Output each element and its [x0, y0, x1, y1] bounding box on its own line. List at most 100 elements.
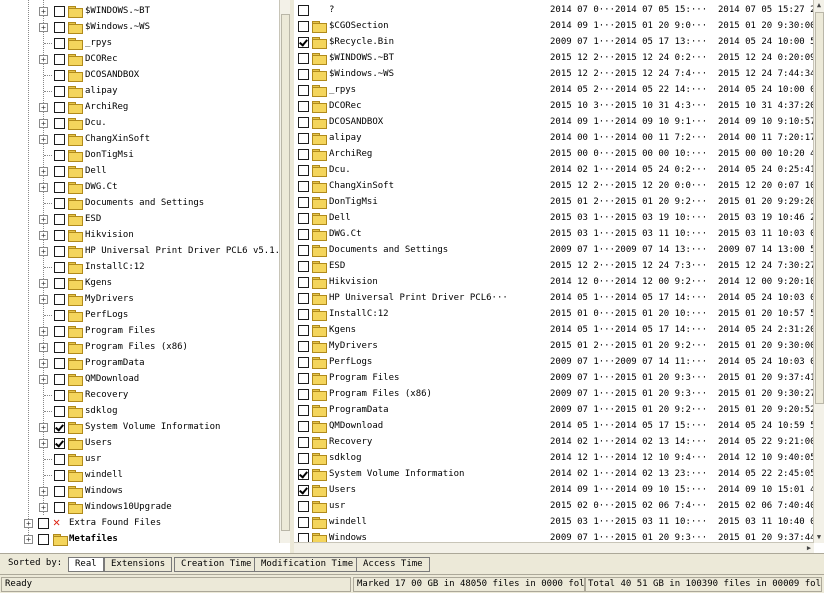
checkbox[interactable] — [298, 5, 309, 16]
checkbox[interactable] — [54, 70, 65, 81]
checkbox[interactable] — [38, 534, 49, 545]
checkbox[interactable] — [298, 101, 309, 112]
checkbox[interactable] — [298, 485, 309, 496]
list-horizontal-scrollbar[interactable]: ▶ — [294, 542, 814, 553]
tree-item[interactable]: sdklog — [0, 403, 280, 419]
checkbox[interactable] — [298, 261, 309, 272]
checkbox[interactable] — [298, 37, 309, 48]
tree-item[interactable]: Recovery — [0, 387, 280, 403]
file-row[interactable]: Dell 2015 03 1··· 2015 03 19 10:··· 2015 03… — [294, 210, 821, 226]
checkbox[interactable] — [54, 470, 65, 481]
checkbox[interactable] — [54, 38, 65, 49]
scroll-right-arrow-icon[interactable]: ▶ — [804, 543, 814, 553]
checkbox[interactable] — [298, 197, 309, 208]
checkbox[interactable] — [38, 518, 49, 529]
tree-item[interactable]: + $Windows.~WS — [0, 19, 280, 35]
expand-icon[interactable]: + — [39, 439, 48, 448]
checkbox[interactable] — [298, 117, 309, 128]
tree-item[interactable]: + QMDownload — [0, 371, 280, 387]
expand-icon[interactable]: + — [39, 231, 48, 240]
file-row[interactable]: DWG.Ct 2015 03 1··· 2015 03 11 10:··· 2015 … — [294, 226, 821, 242]
checkbox[interactable] — [54, 278, 65, 289]
checkbox[interactable] — [54, 438, 65, 449]
file-row[interactable]: $CGOSection 2014 09 1··· 2015 01 20 9:0···… — [294, 18, 816, 34]
file-row[interactable]: ? 2014 07 0··· 2014 07 05 15:··· 2014 07 05… — [294, 2, 821, 18]
file-row[interactable]: ESD 2015 12 2··· 2015 12 24 7:3··· 2015 12 … — [294, 258, 816, 274]
file-row[interactable]: DCORec 2015 10 3··· 2015 10 31 4:3··· 2015 … — [294, 98, 816, 114]
checkbox[interactable] — [54, 198, 65, 209]
checkbox[interactable] — [54, 86, 65, 97]
checkbox[interactable] — [54, 230, 65, 241]
file-row[interactable]: windell 2015 03 1··· 2015 03 11 10:··· 2015… — [294, 514, 821, 530]
file-row[interactable]: InstallC:12 2015 01 0··· 2015 01 20 10:···… — [294, 306, 821, 322]
file-row[interactable]: Dcu. 2014 02 1··· 2014 05 24 0:2··· 2014 05… — [294, 162, 816, 178]
checkbox[interactable] — [298, 325, 309, 336]
checkbox[interactable] — [298, 245, 309, 256]
expand-icon[interactable]: + — [39, 343, 48, 352]
file-row[interactable]: Kgens 2014 05 1··· 2014 05 17 14:··· 2014 0… — [294, 322, 816, 338]
checkbox[interactable] — [54, 6, 65, 17]
expand-icon[interactable]: + — [39, 215, 48, 224]
tree-item[interactable]: PerfLogs — [0, 307, 280, 323]
checkbox[interactable] — [54, 406, 65, 417]
expand-icon[interactable]: + — [39, 503, 48, 512]
expand-icon[interactable]: + — [39, 183, 48, 192]
checkbox[interactable] — [54, 294, 65, 305]
file-row[interactable]: $Recycle.Bin 2009 07 1··· 2014 05 17 13:··… — [294, 34, 821, 50]
file-row[interactable]: _rpys 2014 05 2··· 2014 05 22 14:··· 2014 0… — [294, 82, 821, 98]
file-row[interactable]: Recovery 2014 02 1··· 2014 02 13 14:··· 201… — [294, 434, 816, 450]
expand-icon[interactable]: + — [39, 119, 48, 128]
file-list-panel[interactable]: ? 2014 07 0··· 2014 07 05 15:··· 2014 07 05… — [294, 0, 824, 553]
tree-item-metafiles[interactable]: + Metafiles — [0, 531, 280, 547]
checkbox[interactable] — [298, 341, 309, 352]
sort-tab-access-time[interactable]: Access Time — [356, 557, 430, 572]
file-row[interactable]: ProgramData 2009 07 1··· 2015 01 20 9:2···… — [294, 402, 816, 418]
checkbox[interactable] — [54, 486, 65, 497]
expand-icon[interactable]: + — [39, 327, 48, 336]
checkbox[interactable] — [298, 389, 309, 400]
checkbox[interactable] — [298, 213, 309, 224]
file-row[interactable]: ArchiReg 2015 00 0··· 2015 00 00 10:··· 201… — [294, 146, 821, 162]
checkbox[interactable] — [54, 262, 65, 273]
checkbox[interactable] — [54, 502, 65, 513]
tree-scroll-thumb[interactable] — [281, 14, 290, 531]
tree-item[interactable]: + Program Files (x86) — [0, 339, 280, 355]
file-row[interactable]: System Volume Information 2014 02 1··· 201… — [294, 466, 816, 482]
file-row[interactable]: PerfLogs 2009 07 1··· 2009 07 14 11:··· 201… — [294, 354, 821, 370]
checkbox[interactable] — [298, 133, 309, 144]
tree-item[interactable]: windell — [0, 467, 280, 483]
checkbox[interactable] — [54, 326, 65, 337]
file-row[interactable]: Program Files 2009 07 1··· 2015 01 20 9:3·… — [294, 370, 816, 386]
checkbox[interactable] — [54, 134, 65, 145]
checkbox[interactable] — [54, 150, 65, 161]
file-row[interactable]: Program Files (x86) 2009 07 1··· 2015 01 2… — [294, 386, 816, 402]
file-row[interactable]: MyDrivers 2015 01 2··· 2015 01 20 9:2··· 20… — [294, 338, 816, 354]
checkbox[interactable] — [298, 53, 309, 64]
tree-item[interactable]: + Kgens — [0, 275, 280, 291]
tree-item[interactable]: InstallC:12 — [0, 259, 280, 275]
tree-item[interactable]: Documents and Settings — [0, 195, 280, 211]
checkbox[interactable] — [298, 453, 309, 464]
tree-item-extra-found-files[interactable]: + ✕ Extra Found Files — [0, 515, 280, 531]
expand-icon[interactable]: + — [39, 359, 48, 368]
file-row[interactable]: HP Universal Print Driver PCL6··· 2014 05… — [294, 290, 821, 306]
checkbox[interactable] — [298, 437, 309, 448]
expand-icon[interactable]: + — [39, 375, 48, 384]
checkbox[interactable] — [54, 166, 65, 177]
tree-item[interactable]: usr — [0, 451, 280, 467]
expand-icon[interactable]: + — [39, 23, 48, 32]
file-row[interactable]: Documents and Settings 2009 07 1··· 2009 0… — [294, 242, 821, 258]
checkbox[interactable] — [54, 342, 65, 353]
checkbox[interactable] — [54, 118, 65, 129]
checkbox[interactable] — [298, 405, 309, 416]
file-row[interactable]: QMDownload 2014 05 1··· 2014 05 17 15:··· 2… — [294, 418, 821, 434]
tree-vertical-scrollbar[interactable] — [279, 0, 290, 543]
checkbox[interactable] — [54, 390, 65, 401]
tree-item[interactable]: + Users — [0, 435, 280, 451]
checkbox[interactable] — [54, 374, 65, 385]
sort-tab-modification-time[interactable]: Modification Time — [254, 557, 361, 572]
sort-tab-extensions[interactable]: Extensions — [104, 557, 173, 572]
tree-item[interactable]: + MyDrivers — [0, 291, 280, 307]
tree-item[interactable]: + Dell — [0, 163, 280, 179]
file-row[interactable]: ChangXinSoft 2015 12 2··· 2015 12 20 0:0··… — [294, 178, 816, 194]
